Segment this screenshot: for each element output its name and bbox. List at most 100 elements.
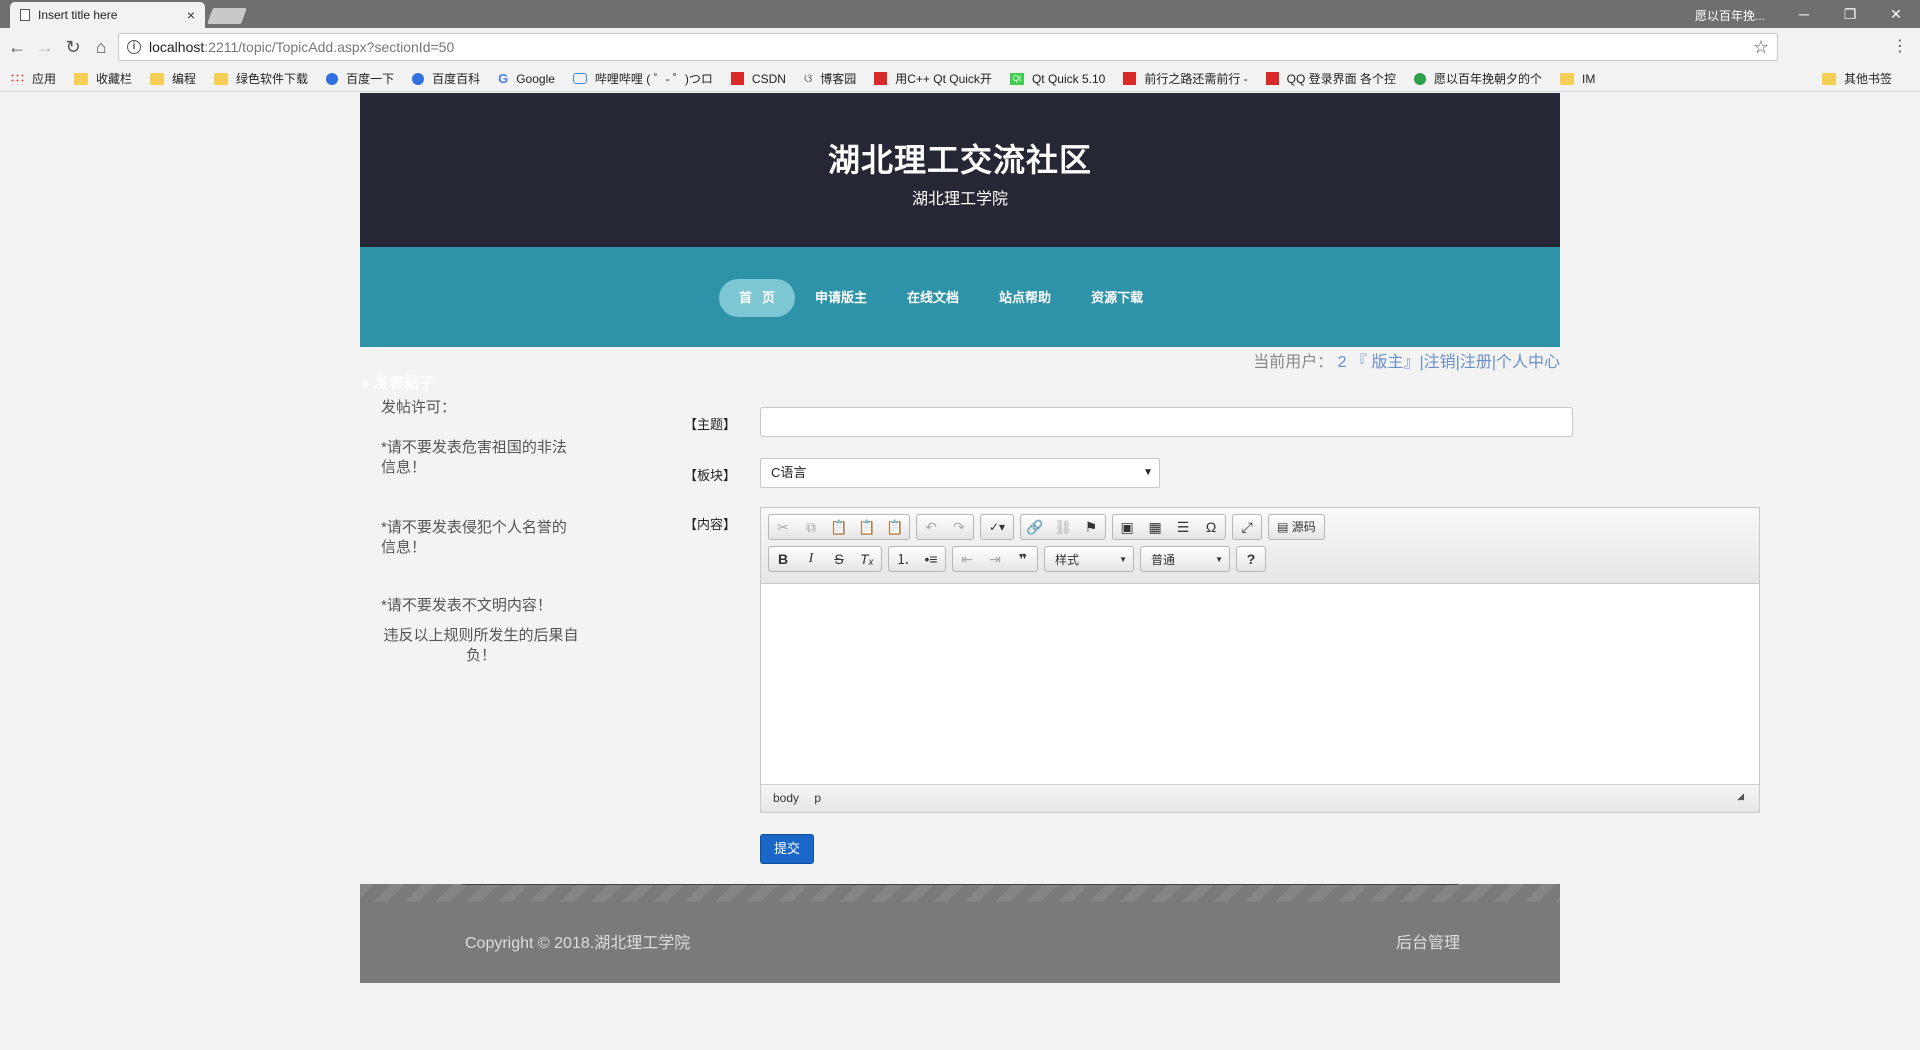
source-icon: ▤ [1277, 520, 1292, 534]
home-icon[interactable]: ⌂ [90, 37, 112, 57]
bold-icon[interactable]: B [769, 547, 797, 571]
style-combo[interactable]: 样式 ▼ [1044, 546, 1134, 572]
browser-menu-icon[interactable]: ⋮ [1892, 36, 1908, 56]
outdent-icon[interactable]: ⇤ [953, 547, 981, 571]
section-select[interactable]: C语言 ▼ [760, 458, 1160, 488]
bookmark-other[interactable]: 其他书签 [1821, 70, 1892, 87]
editor-content-area[interactable] [761, 584, 1759, 784]
spellcheck-icon[interactable]: ✓▾ [981, 515, 1013, 539]
browser-tab-active[interactable]: Insert title here × [10, 2, 205, 28]
window-profile-name[interactable]: 愿以百年挽... [1695, 7, 1765, 24]
bookmark-item[interactable]: 百度一下 [326, 70, 394, 87]
bookmark-item[interactable]: 愿以百年挽朝夕的个 [1414, 70, 1542, 87]
nav-downloads[interactable]: 资源下载 [1071, 279, 1163, 317]
paste-icon[interactable]: 📋 [825, 515, 853, 539]
logout-link[interactable]: |注销 [1419, 354, 1455, 371]
nav-home[interactable]: 首页 [719, 279, 796, 317]
maximize-icon[interactable]: ⤢ [1233, 515, 1261, 539]
bookmarks-bar: 应用 收藏栏 编程 绿色软件下载 百度一下 百度百科 G Google 哔哩哔哩 … [0, 66, 1920, 92]
reload-icon[interactable]: ↻ [62, 37, 84, 57]
image-icon[interactable]: ▣ [1113, 515, 1141, 539]
bookmark-item[interactable]: 哔哩哔哩 ( ゜- ゜)つロ [572, 70, 713, 87]
bookmark-item[interactable]: 绿色软件下载 [214, 70, 308, 87]
folder-icon [1821, 72, 1836, 85]
special-char-icon[interactable]: Ω [1197, 515, 1225, 539]
remove-format-icon[interactable]: Tₓ [853, 547, 881, 571]
minimize-icon[interactable]: ─ [1782, 3, 1826, 25]
url-input[interactable]: i localhost :2211/topic/TopicAdd.aspx?se… [118, 33, 1778, 61]
role-link[interactable]: 『 版主』 [1351, 354, 1419, 371]
posting-rules: 发帖许可： *请不要发表危害祖国的非法信息！ *请不要发表侵犯个人名誉的信息！ … [381, 398, 581, 686]
close-tab-icon[interactable]: × [187, 7, 195, 23]
close-window-icon[interactable]: ✕ [1874, 3, 1918, 25]
help-icon[interactable]: ? [1237, 547, 1265, 571]
rules-title: 发帖许可： [381, 399, 457, 416]
italic-icon[interactable]: I [797, 547, 825, 571]
bookmark-item[interactable]: 百度百科 [412, 70, 480, 87]
editor-toolbar: ✂ ⧉ 📋 📋 📋 ↶ ↷ ✓▾ 🔗 ⛓ ⚑ ▣ ▦ ☰ Ω ⤢ ▤ 源码 B … [761, 508, 1759, 584]
restore-icon[interactable]: ❐ [1828, 3, 1872, 25]
bookmark-item[interactable]: Qt Qt Quick 5.10 [1009, 72, 1105, 86]
browser-titlebar: Insert title here × 愿以百年挽... ─ ❐ ✕ [0, 0, 1920, 28]
content-label: 【内容】 [684, 517, 737, 532]
rule-item: *请不要发表危害祖国的非法信息！ [381, 439, 567, 476]
paste-word-icon[interactable]: 📋 [881, 515, 909, 539]
current-user-label: 当前用户： [1253, 354, 1334, 371]
bookmark-item[interactable]: QQ 登录界面 各个控 [1265, 70, 1396, 87]
redo-icon[interactable]: ↷ [945, 515, 973, 539]
new-tab-button[interactable] [207, 8, 247, 24]
main-nav: 首页 申请版主 在线文档 站点帮助 资源下载 [360, 247, 1560, 347]
table-icon[interactable]: ▦ [1141, 515, 1169, 539]
bookmark-item[interactable]: 前行之路还需前行 - [1123, 70, 1248, 87]
bookmark-item[interactable]: CSDN [730, 72, 786, 86]
numbered-list-icon[interactable]: ⒈ [889, 547, 917, 571]
subject-label: 【主题】 [684, 417, 737, 432]
footer-stripe [360, 884, 1560, 902]
strikethrough-icon[interactable]: S [825, 547, 853, 571]
bookmark-item[interactable]: 收藏栏 [74, 70, 132, 87]
submit-button[interactable]: 提交 [760, 834, 814, 864]
bookmark-item[interactable]: G Google [498, 71, 555, 86]
forward-icon[interactable]: → [34, 37, 56, 57]
site-footer: Copyright © 2018.湖北理工学院 后台管理 [360, 884, 1560, 983]
bookmark-apps[interactable]: 应用 [10, 70, 56, 87]
register-link[interactable]: |注册 [1456, 354, 1492, 371]
source-button[interactable]: ▤ 源码 [1269, 515, 1324, 539]
path-element-p[interactable]: p [814, 791, 821, 805]
admin-link[interactable]: 后台管理 [1396, 929, 1460, 953]
csdn-icon [730, 72, 744, 85]
bilibili-icon [572, 73, 587, 84]
bookmark-item[interactable]: ଓ 博客园 [804, 70, 856, 87]
bookmark-item[interactable]: IM [1560, 72, 1595, 86]
indent-icon[interactable]: ⇥ [981, 547, 1009, 571]
nav-online-docs[interactable]: 在线文档 [887, 279, 979, 317]
folder-icon [74, 72, 89, 85]
resize-handle-icon[interactable]: ◢ [1737, 783, 1744, 809]
bookmark-star-icon[interactable]: ☆ [1753, 37, 1769, 58]
undo-icon[interactable]: ↶ [917, 515, 945, 539]
back-icon[interactable]: ← [6, 37, 28, 57]
user-center-link[interactable]: |个人中心 [1492, 354, 1560, 371]
link-icon[interactable]: 🔗 [1021, 515, 1049, 539]
path-element-body[interactable]: body [773, 791, 799, 805]
subject-input[interactable] [760, 407, 1573, 437]
format-combo[interactable]: 普通 ▼ [1140, 546, 1230, 572]
paste-text-icon[interactable]: 📋 [853, 515, 881, 539]
blockquote-icon[interactable]: ❞ [1009, 547, 1037, 571]
horizontal-rule-icon[interactable]: ☰ [1169, 515, 1197, 539]
url-host: localhost [149, 39, 205, 55]
chevron-down-icon: ▼ [1119, 554, 1127, 564]
bookmark-item[interactable]: 编程 [150, 70, 196, 87]
nav-apply-moderator[interactable]: 申请版主 [795, 279, 887, 317]
cut-icon[interactable]: ✂ [769, 515, 797, 539]
document-icon [20, 9, 30, 21]
bulleted-list-icon[interactable]: •≡ [917, 547, 945, 571]
anchor-flag-icon[interactable]: ⚑ [1077, 515, 1105, 539]
nav-site-help[interactable]: 站点帮助 [979, 279, 1071, 317]
unlink-icon[interactable]: ⛓ [1049, 515, 1077, 539]
site-info-icon[interactable]: i [127, 40, 141, 54]
bookmark-item[interactable]: 用C++ Qt Quick开 [874, 70, 992, 87]
copy-icon[interactable]: ⧉ [797, 515, 825, 539]
footer-divider [462, 884, 1458, 885]
copyright-text: Copyright © 2018.湖北理工学院 [465, 935, 691, 952]
